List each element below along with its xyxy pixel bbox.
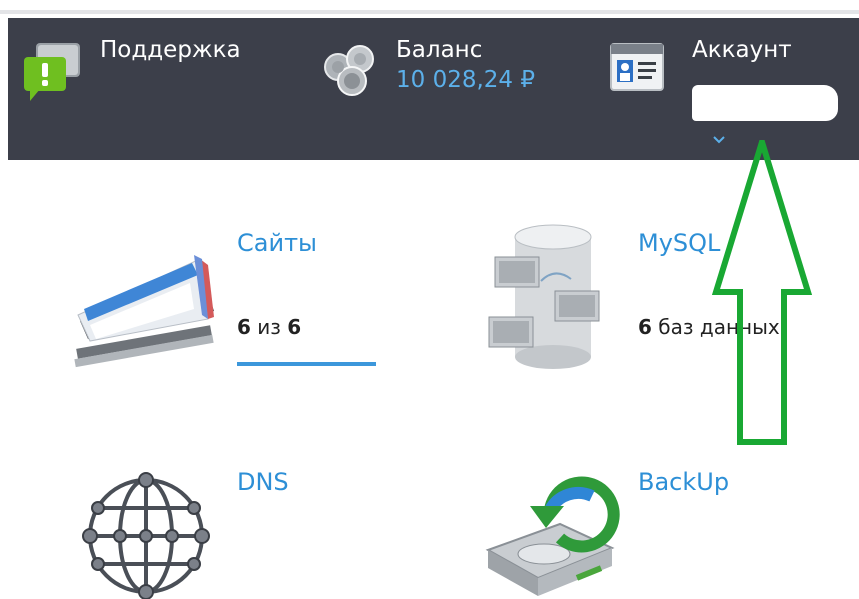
- support-label: Поддержка: [100, 37, 241, 63]
- sites-count-sep: из: [257, 315, 281, 339]
- support-link[interactable]: Поддержка: [22, 35, 292, 115]
- tile-backup[interactable]: BackUp: [480, 460, 820, 599]
- dns-title: DNS: [237, 468, 289, 496]
- chat-bubble-icon: [24, 43, 80, 101]
- backup-title: BackUp: [638, 468, 730, 496]
- mysql-count-number: 6: [638, 315, 652, 339]
- id-card-icon: [610, 43, 664, 91]
- balance-label: Баланс: [396, 37, 483, 63]
- websites-icon: [74, 255, 214, 368]
- sites-title: Сайты: [237, 229, 317, 257]
- account-name-redacted: [692, 85, 838, 121]
- database-cabinet-icon: [488, 224, 600, 369]
- sites-count-total: 6: [287, 315, 302, 339]
- network-globe-icon: [82, 472, 210, 599]
- balance-link[interactable]: Баланс 10 028,24 ₽: [322, 35, 582, 115]
- tile-sites[interactable]: Сайты 6 из 6: [70, 215, 410, 385]
- sites-active-underline: [237, 362, 376, 366]
- tile-dns[interactable]: DNS: [76, 460, 396, 599]
- backup-disk-icon: [485, 476, 620, 596]
- balance-amount: 10 028,24 ₽: [396, 67, 535, 93]
- mysql-title: MySQL: [638, 229, 721, 257]
- account-menu[interactable]: Аккаунт: [606, 35, 856, 144]
- sites-count-used: 6: [237, 315, 251, 339]
- coins-icon: [324, 45, 374, 96]
- account-label: Аккаунт: [692, 37, 792, 63]
- top-strip: [0, 0, 859, 14]
- annotation-arrow-up-icon: [712, 140, 812, 445]
- sites-count: 6 из 6: [237, 315, 301, 339]
